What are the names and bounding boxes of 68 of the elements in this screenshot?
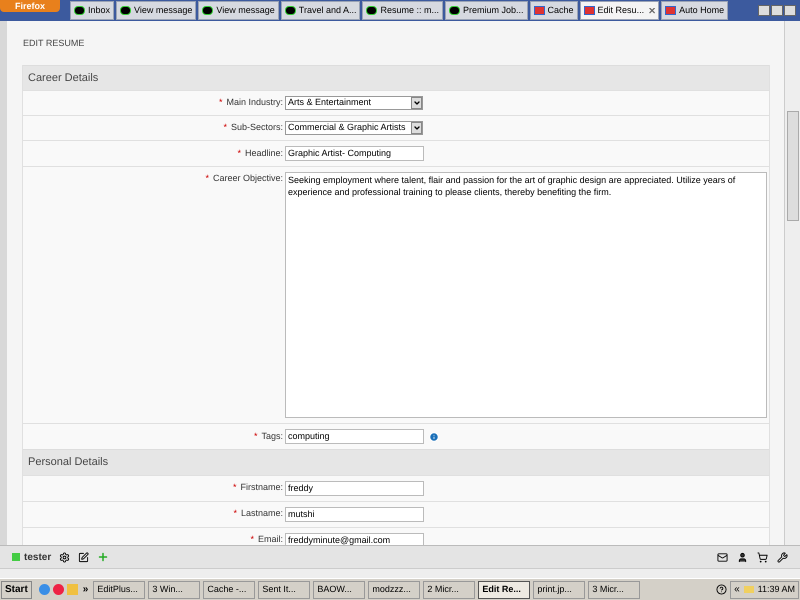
browser-tab[interactable]: View message (198, 1, 279, 20)
wrench-icon[interactable] (777, 552, 788, 562)
required-mark: * (218, 96, 222, 110)
text-area[interactable]: Seeking employment where talent, flair and passion for the art of graphic design are appreciated. Utilize years of experience and professional training to please clients, thereby benefiting the firm. (285, 172, 767, 418)
taskbar-button[interactable]: Sent It... (258, 580, 310, 598)
edit-icon[interactable] (78, 552, 90, 562)
tray-toggle[interactable]: « (734, 582, 740, 597)
clock: 11:39 AM (758, 582, 795, 596)
browser-tab[interactable]: Cache (530, 1, 578, 20)
taskbar-button[interactable]: Edit Re... (478, 580, 530, 598)
settings-icon[interactable] (59, 552, 70, 562)
required-mark: * (232, 481, 236, 494)
taskbar-button[interactable]: BAOW... (313, 580, 366, 598)
cart-icon[interactable] (757, 552, 768, 562)
text-field[interactable]: freddy (285, 480, 424, 496)
required-mark: * (223, 121, 227, 134)
required-mark: * (250, 533, 254, 545)
required-mark: * (205, 172, 209, 185)
start-button[interactable]: Start (1, 580, 32, 598)
field-label: Firstname: (240, 481, 283, 494)
maximize-icon[interactable] (771, 5, 783, 16)
text-field[interactable]: computing (285, 429, 424, 444)
required-mark: * (254, 430, 258, 443)
help-icon[interactable] (716, 584, 728, 595)
close-window-icon[interactable] (784, 5, 796, 16)
add-icon[interactable] (97, 551, 110, 563)
mail-icon[interactable] (717, 552, 728, 562)
browser-tab[interactable]: Inbox (70, 1, 114, 20)
section-header: Career Details (23, 64, 769, 90)
taskbar-button[interactable]: Cache -... (203, 580, 256, 598)
dropdown[interactable]: Arts & Entertainment (285, 96, 423, 110)
user-icon[interactable] (737, 552, 748, 562)
browser-tab[interactable]: View message (116, 1, 196, 20)
field-label: Tags: (261, 430, 283, 443)
browser-tab[interactable]: Resume :: m... (362, 1, 443, 20)
close-tab-icon[interactable] (649, 8, 656, 14)
page-title: EDIT RESUME (23, 37, 86, 50)
browser-tab[interactable]: Auto Home (661, 1, 728, 20)
field-label: Email: (258, 533, 283, 545)
status-square-icon (12, 553, 20, 561)
text-field[interactable]: Graphic Artist- Computing (285, 146, 424, 161)
field-label: Career Objective: (212, 172, 283, 185)
user-name: tester (24, 550, 52, 564)
field-label: Sub-Sectors: (230, 121, 283, 134)
text-field[interactable]: mutshi (285, 506, 424, 522)
dropdown[interactable]: Commercial & Graphic Artists (285, 121, 423, 135)
field-label: Headline: (244, 146, 283, 160)
browser-icon[interactable] (52, 584, 64, 595)
taskbar-button[interactable]: 2 Micr... (423, 580, 476, 598)
required-mark: * (233, 507, 237, 520)
browser-tab[interactable]: Edit Resu... (580, 1, 660, 20)
browser-tab[interactable]: Premium Job... (445, 1, 528, 20)
minimize-icon[interactable] (758, 5, 770, 16)
required-mark: * (237, 146, 241, 160)
section-header: Personal Details (23, 449, 769, 474)
taskbar-button[interactable]: print.jp... (533, 580, 586, 598)
taskbar-button[interactable]: 3 Win... (148, 580, 200, 598)
browser-tab[interactable]: Travel and A... (280, 1, 360, 20)
taskbar-button[interactable]: EditPlus... (93, 580, 146, 598)
browser-icon[interactable] (38, 584, 50, 595)
text-field[interactable]: freddyminute@gmail.com (285, 532, 424, 545)
vertical-scrollbar[interactable] (784, 21, 800, 545)
taskbar-button[interactable]: modzzz... (368, 580, 420, 598)
horizontal-scrollbar[interactable] (0, 568, 800, 578)
field-label: Lastname: (240, 507, 283, 520)
field-label: Main Industry: (226, 96, 283, 110)
taskbar-button[interactable]: 3 Micr... (588, 580, 640, 598)
more-button[interactable]: » (80, 582, 90, 597)
